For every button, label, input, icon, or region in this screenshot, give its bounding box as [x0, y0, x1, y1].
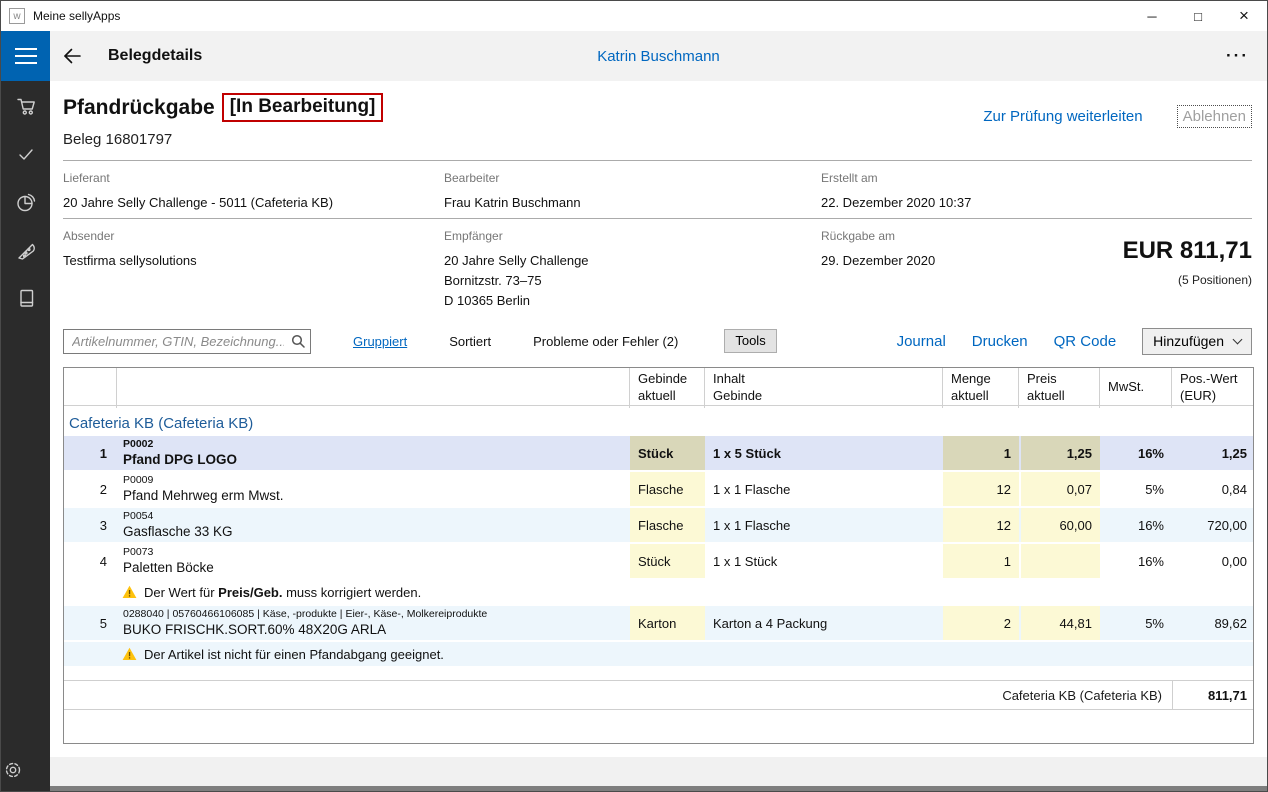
book-icon[interactable]: [14, 287, 38, 309]
warning-triangle-icon: [122, 585, 137, 599]
field-rueckgabe-am: Rückgabe am 29. Dezember 2020: [821, 219, 1061, 322]
search-icon[interactable]: [291, 334, 305, 351]
bottom-status-strip: [50, 757, 1267, 791]
pie-chart-icon[interactable]: [14, 191, 38, 213]
chevron-down-icon: [1233, 334, 1243, 344]
page-title: Belegdetails: [108, 47, 202, 65]
field-erstellt-am: Erstellt am 22. Dezember 2020 10:37: [821, 161, 1252, 218]
position-count: (5 Positionen): [1061, 273, 1252, 287]
gebinde-cell[interactable]: Karton: [630, 606, 705, 640]
menge-cell[interactable]: 1: [943, 436, 1019, 470]
preis-cell[interactable]: [1019, 544, 1100, 578]
filter-probleme[interactable]: Probleme oder Fehler (2): [533, 334, 678, 349]
items-toolbar: Gruppiert Sortiert Probleme oder Fehler …: [63, 326, 1252, 356]
row-warning: Der Wert für Preis/Geb. muss korrigiert …: [64, 580, 1253, 606]
field-bearbeiter: Bearbeiter Frau Katrin Buschmann: [444, 161, 821, 218]
search-input[interactable]: [63, 329, 311, 354]
preis-cell[interactable]: 1,25: [1019, 436, 1100, 470]
journal-link[interactable]: Journal: [897, 333, 946, 350]
sidebar: [1, 31, 50, 791]
gear-icon[interactable]: [1, 759, 25, 781]
menge-cell[interactable]: 12: [943, 472, 1019, 506]
document-detail: Pfandrückgabe [In Bearbeitung] Beleg 168…: [50, 81, 1267, 757]
table-row[interactable]: 1 P0002 Pfand DPG LOGO Stück 1 x 5 Stück…: [64, 436, 1253, 472]
gebinde-cell[interactable]: Stück: [630, 544, 705, 578]
total-amount: EUR 811,71: [1061, 237, 1252, 265]
status-badge: [In Bearbeitung]: [222, 93, 384, 122]
gebinde-cell[interactable]: Flasche: [630, 508, 705, 542]
cart-icon[interactable]: [14, 95, 38, 117]
warning-triangle-icon: [122, 647, 137, 661]
user-name[interactable]: Katrin Buschmann: [50, 48, 1267, 65]
field-absender: Absender Testfirma sellysolutions: [63, 219, 444, 322]
filter-sortiert[interactable]: Sortiert: [449, 334, 491, 349]
preis-cell[interactable]: 44,81: [1019, 606, 1100, 640]
gebinde-cell[interactable]: Stück: [630, 436, 705, 470]
group-footer: Cafeteria KB (Cafeteria KB) 811,71: [64, 680, 1253, 710]
hinzufuegen-button[interactable]: Hinzufügen: [1142, 328, 1252, 355]
field-empfaenger: Empfänger 20 Jahre Selly Challenge Borni…: [444, 219, 821, 322]
more-options-button[interactable]: ···: [1226, 46, 1249, 66]
table-row[interactable]: 4 P0073 Paletten Böcke Stück 1 x 1 Stück…: [64, 544, 1253, 580]
checkmark-icon[interactable]: [14, 143, 38, 165]
appbar: Belegdetails Katrin Buschmann ···: [50, 31, 1267, 81]
window-title: Meine sellyApps: [33, 9, 120, 23]
back-arrow-icon[interactable]: [50, 31, 94, 81]
field-lieferant: Lieferant 20 Jahre Selly Challenge - 501…: [63, 161, 444, 218]
pizza-slice-icon[interactable]: [14, 239, 38, 261]
table-row[interactable]: 5 0288040 | 05760466106085 | Käse, -prod…: [64, 606, 1253, 642]
row-warning: Der Artikel ist nicht für einen Pfandabg…: [64, 642, 1253, 668]
gebinde-cell[interactable]: Flasche: [630, 472, 705, 506]
items-table: Gebindeaktuell InhaltGebinde Mengeaktuel…: [63, 367, 1254, 744]
app-window: w Meine sellyApps ─ □ ×: [0, 0, 1268, 792]
document-type-title: Pfandrückgabe: [63, 96, 215, 120]
document-number: Beleg 16801797: [63, 131, 383, 148]
table-header: Gebindeaktuell InhaltGebinde Mengeaktuel…: [64, 368, 1253, 406]
hamburger-menu-button[interactable]: [1, 31, 50, 81]
table-row[interactable]: 3 P0054 Gasflasche 33 KG Flasche 1 x 1 F…: [64, 508, 1253, 544]
footer-group-label: Cafeteria KB (Cafeteria KB): [117, 681, 1172, 709]
minimize-button[interactable]: ─: [1129, 1, 1175, 31]
maximize-button[interactable]: □: [1175, 1, 1221, 31]
filter-gruppiert[interactable]: Gruppiert: [353, 334, 407, 349]
preis-cell[interactable]: 0,07: [1019, 472, 1100, 506]
menge-cell[interactable]: 2: [943, 606, 1019, 640]
preis-cell[interactable]: 60,00: [1019, 508, 1100, 542]
tools-button[interactable]: Tools: [724, 329, 776, 353]
reject-button[interactable]: Ablehnen: [1177, 105, 1252, 128]
search-box: [63, 329, 311, 354]
close-button[interactable]: ×: [1221, 1, 1267, 31]
window-controls: ─ □ ×: [1129, 1, 1267, 31]
group-header: Cafeteria KB (Cafeteria KB): [64, 406, 1253, 436]
qr-code-link[interactable]: QR Code: [1054, 333, 1117, 350]
titlebar: w Meine sellyApps ─ □ ×: [1, 1, 1267, 31]
document-total: EUR 811,71 (5 Positionen): [1061, 219, 1252, 322]
drucken-link[interactable]: Drucken: [972, 333, 1028, 350]
footer-group-total: 811,71: [1172, 681, 1254, 709]
forward-for-review-button[interactable]: Zur Prüfung weiterleiten: [983, 108, 1142, 125]
menge-cell[interactable]: 1: [943, 544, 1019, 578]
table-row[interactable]: 2 P0009 Pfand Mehrweg erm Mwst. Flasche …: [64, 472, 1253, 508]
menge-cell[interactable]: 12: [943, 508, 1019, 542]
app-logo-icon: w: [9, 8, 25, 24]
